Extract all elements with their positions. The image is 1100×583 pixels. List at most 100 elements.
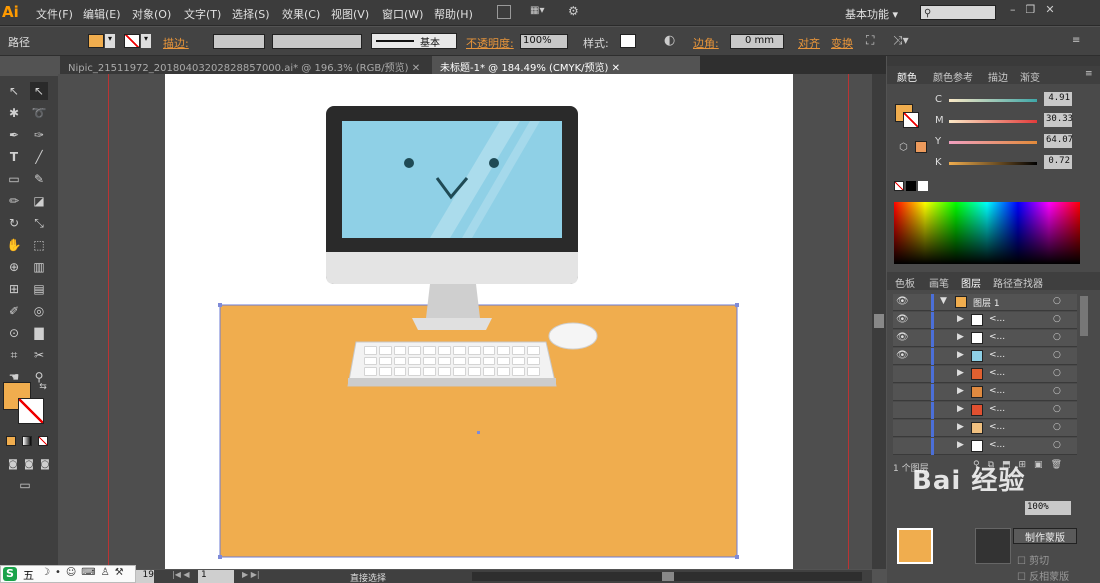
expand-arrow-icon[interactable]: ▶ (957, 422, 964, 432)
first-artboard-icon[interactable]: |◀ ◀ (172, 570, 190, 579)
expand-arrow-icon[interactable]: ▶ (957, 314, 964, 324)
layer-thumbnail (971, 368, 983, 380)
target-circle-icon[interactable]: ○ (1053, 404, 1061, 414)
visibility-eye-icon[interactable]: 👁 (896, 332, 909, 343)
keyboard-key (364, 346, 377, 355)
mouse[interactable] (548, 322, 598, 350)
keyboard-key (452, 367, 466, 376)
black-swatch[interactable] (906, 181, 916, 191)
layer-name[interactable]: <... (989, 422, 1005, 432)
sublayer-row[interactable]: 👁 ▶ <... ○ (893, 348, 1077, 365)
right-panels: 颜色 颜色参考 描边 渐变 ≡ ⬡ C 4.91 M 30.33 Y 64.07… (887, 56, 1100, 583)
sublayer-row[interactable]: 👁 ▶ <... ○ (893, 330, 1077, 347)
color-spectrum[interactable] (894, 202, 1080, 264)
layer-row-top[interactable]: 👁 ▼ 图层 1 ○ (893, 294, 1077, 311)
keyboard-key (482, 367, 496, 376)
expand-arrow-icon[interactable]: ▼ (940, 296, 947, 306)
tab-stroke[interactable]: 描边 (988, 69, 1008, 84)
channel-c-slider[interactable] (949, 99, 1037, 102)
keyboard-key (497, 367, 511, 376)
channel-c-value[interactable]: 4.91 (1044, 92, 1072, 106)
monitor[interactable] (326, 106, 578, 330)
keyboard-key (408, 367, 422, 376)
monitor-neck (426, 284, 480, 318)
keyboard-key (438, 367, 451, 376)
sublayer-row[interactable]: ▶ <... ○ (893, 384, 1077, 401)
visibility-eye-icon[interactable]: 👁 (896, 350, 909, 361)
keyboard-key (393, 346, 407, 355)
layer-name[interactable]: <... (989, 332, 1005, 342)
channel-m-value[interactable]: 30.33 (1044, 113, 1073, 127)
sublayer-row[interactable]: ▶ <... ○ (893, 420, 1077, 437)
layer-name[interactable]: <... (989, 404, 1005, 414)
visibility-eye-icon[interactable]: 👁 (896, 296, 909, 307)
target-circle-icon[interactable]: ○ (1053, 350, 1061, 360)
watermark-logo: Bai 经验 (912, 466, 1026, 496)
layers-scrollbar-thumb[interactable] (1080, 296, 1088, 336)
color-panel-stroke[interactable] (903, 112, 919, 128)
layer-thumbnail (971, 350, 983, 362)
target-circle-icon[interactable]: ○ (1053, 386, 1061, 396)
layer-name[interactable]: <... (989, 440, 1005, 450)
horizontal-scrollbar[interactable] (472, 572, 862, 581)
tab-pathfinder[interactable]: 路径查找器 (993, 275, 1043, 290)
expand-arrow-icon[interactable]: ▶ (957, 332, 964, 342)
tab-color[interactable]: 颜色 (897, 69, 917, 84)
layer-color-bar (931, 384, 934, 401)
channel-m-slider[interactable] (949, 120, 1037, 123)
sublayer-row[interactable]: ▶ <... ○ (893, 438, 1077, 455)
layer-name[interactable]: <... (989, 368, 1005, 378)
invert-mask-checkbox[interactable]: ☐ 反相蒙版 (1017, 568, 1069, 583)
layer-name[interactable]: <... (989, 350, 1005, 360)
visibility-eye-icon[interactable]: 👁 (896, 314, 909, 325)
target-circle-icon[interactable]: ○ (1053, 368, 1061, 378)
horizontal-scrollbar-thumb[interactable] (662, 572, 674, 581)
keyboard-key (527, 346, 540, 355)
make-mask-button[interactable]: 制作蒙版 (1013, 528, 1077, 544)
color-panel-tabs: 颜色 颜色参考 描边 渐变 ≡ (887, 66, 1100, 84)
layer-name[interactable]: <... (989, 386, 1005, 396)
tab-gradient[interactable]: 渐变 (1020, 69, 1040, 84)
channel-m-label: M (935, 115, 944, 126)
next-artboard-icon[interactable]: ▶ ▶| (242, 570, 260, 579)
zoom-field[interactable]: 19 (136, 570, 154, 583)
expand-arrow-icon[interactable]: ▶ (957, 368, 964, 378)
sublayer-row[interactable]: ▶ <... ○ (893, 366, 1077, 383)
channel-k-slider[interactable] (949, 162, 1037, 165)
keyboard-key (378, 367, 392, 376)
channel-y-slider[interactable] (949, 141, 1037, 144)
status-bar: 19 |◀ ◀ 1 ▶ ▶| 直接选择 (136, 570, 872, 583)
expand-arrow-icon[interactable]: ▶ (957, 386, 964, 396)
target-circle-icon[interactable]: ○ (1053, 422, 1061, 432)
sublayer-row[interactable]: ▶ <... ○ (893, 402, 1077, 419)
clip-checkbox[interactable]: ☐ 剪切 (1017, 552, 1049, 567)
sublayer-row[interactable]: 👁 ▶ <... ○ (893, 312, 1077, 329)
expand-arrow-icon[interactable]: ▶ (957, 440, 964, 450)
artboard-number[interactable]: 1 (198, 570, 234, 583)
sogou-logo-icon[interactable]: S (3, 567, 17, 581)
ime-tools-icon[interactable]: ☽•☺⌨♙⚒ (41, 567, 129, 578)
target-circle-icon[interactable]: ○ (1053, 332, 1061, 342)
expand-arrow-icon[interactable]: ▶ (957, 350, 964, 360)
target-circle-icon[interactable]: ○ (1053, 440, 1061, 450)
channel-y-value[interactable]: 64.07 (1044, 134, 1073, 148)
channel-k-value[interactable]: 0.72 (1044, 155, 1072, 169)
target-circle-icon[interactable]: ○ (1053, 314, 1061, 324)
tab-color-guide[interactable]: 颜色参考 (933, 69, 973, 84)
tab-layers[interactable]: 图层 (961, 275, 981, 290)
keyboard-key (452, 356, 466, 366)
tab-brushes[interactable]: 画笔 (929, 275, 949, 290)
none-swatch[interactable] (894, 181, 904, 191)
layer-name[interactable]: <... (989, 314, 1005, 324)
ime-mode[interactable]: 五 (23, 567, 34, 583)
keyboard-keys (364, 346, 540, 376)
out-of-gamut-icon[interactable]: ⬡ (899, 142, 908, 153)
expand-arrow-icon[interactable]: ▶ (957, 404, 964, 414)
tab-swatches[interactable]: 色板 (895, 275, 915, 290)
transparency-opacity[interactable]: 100% (1025, 501, 1071, 515)
white-swatch[interactable] (918, 181, 928, 191)
panel-menu-icon[interactable]: ≡ (1085, 69, 1093, 79)
gamut-color-swatch[interactable] (915, 141, 927, 153)
layer-name[interactable]: 图层 1 (973, 296, 1000, 309)
target-circle-icon[interactable]: ○ (1053, 296, 1061, 306)
